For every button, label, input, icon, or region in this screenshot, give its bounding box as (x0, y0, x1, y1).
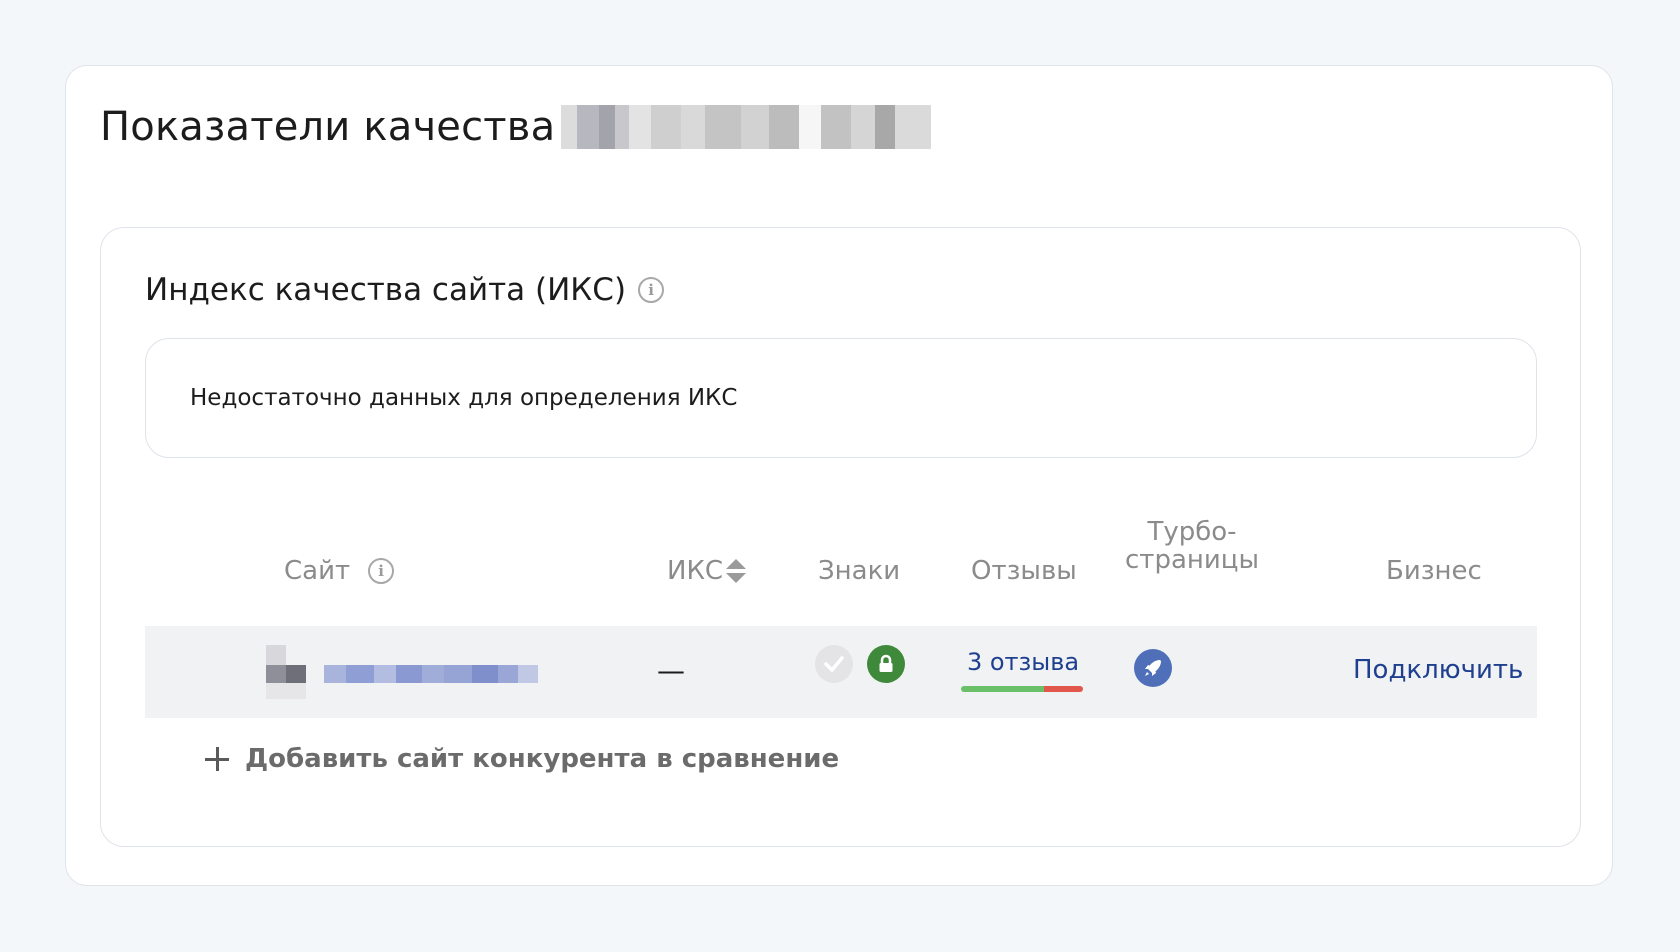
iks-notice-text: Недостаточно данных для определения ИКС (190, 385, 738, 411)
lock-badge-icon[interactable] (867, 645, 905, 683)
blurred-domain (561, 105, 932, 149)
connect-link[interactable]: Подключить (1353, 655, 1523, 685)
table-row: — 3 отзыва Подключить (145, 626, 1537, 718)
column-iks-label: ИКС (667, 556, 724, 586)
iks-section-title: Индекс качества сайта (ИКС) (145, 272, 627, 308)
table-header: Сайт i ИКС Знаки Отзывы Турбо- страницы (145, 518, 1537, 628)
iks-value: — (657, 653, 685, 687)
signs-cell (815, 643, 905, 685)
business-cell: Подключить (1353, 650, 1523, 690)
site-cell[interactable] (266, 645, 546, 701)
iks-notice: Недостаточно данных для определения ИКС (145, 338, 1537, 458)
reviews-negative-bar (1044, 686, 1083, 692)
column-business: Бизнес (1386, 551, 1482, 591)
sort-icon[interactable] (725, 557, 747, 585)
turbo-cell (1134, 648, 1172, 688)
column-turbo-label-1: Турбо- (1147, 517, 1237, 547)
reviews-positive-bar (961, 686, 1044, 692)
rocket-icon[interactable] (1134, 649, 1172, 687)
column-signs: Знаки (818, 551, 900, 591)
info-icon[interactable]: i (368, 558, 395, 584)
iks-title-row: Индекс качества сайта (ИКС) i (145, 270, 665, 310)
column-reviews: Отзывы (971, 551, 1077, 591)
reviews-link[interactable]: 3 отзыва (967, 648, 1079, 676)
info-icon[interactable]: i (638, 277, 665, 303)
blurred-site-name[interactable] (266, 645, 546, 701)
iks-value-cell: — (657, 650, 685, 690)
reviews-cell[interactable]: 3 отзыва (961, 644, 1085, 680)
plus-icon (205, 747, 229, 771)
add-competitor-button[interactable]: Добавить сайт конкурента в сравнение (205, 744, 839, 774)
iks-section: Индекс качества сайта (ИКС) i Недостаточ… (100, 227, 1581, 847)
page-title: Показатели качества (100, 104, 556, 150)
check-badge-icon[interactable] (815, 645, 853, 683)
column-signs-label: Знаки (818, 556, 901, 586)
column-site-label: Сайт (284, 556, 351, 586)
column-turbo: Турбо- страницы (1125, 518, 1259, 574)
page-title-row: Показатели качества (100, 92, 932, 162)
column-site: Сайт i (284, 551, 395, 591)
quality-card: Показатели качества Индекс качества сайт… (65, 65, 1613, 886)
column-iks[interactable]: ИКС (667, 551, 747, 591)
add-competitor-label: Добавить сайт конкурента в сравнение (245, 744, 840, 774)
column-business-label: Бизнес (1386, 556, 1482, 586)
column-turbo-label-2: страницы (1125, 545, 1259, 575)
column-reviews-label: Отзывы (971, 556, 1077, 586)
